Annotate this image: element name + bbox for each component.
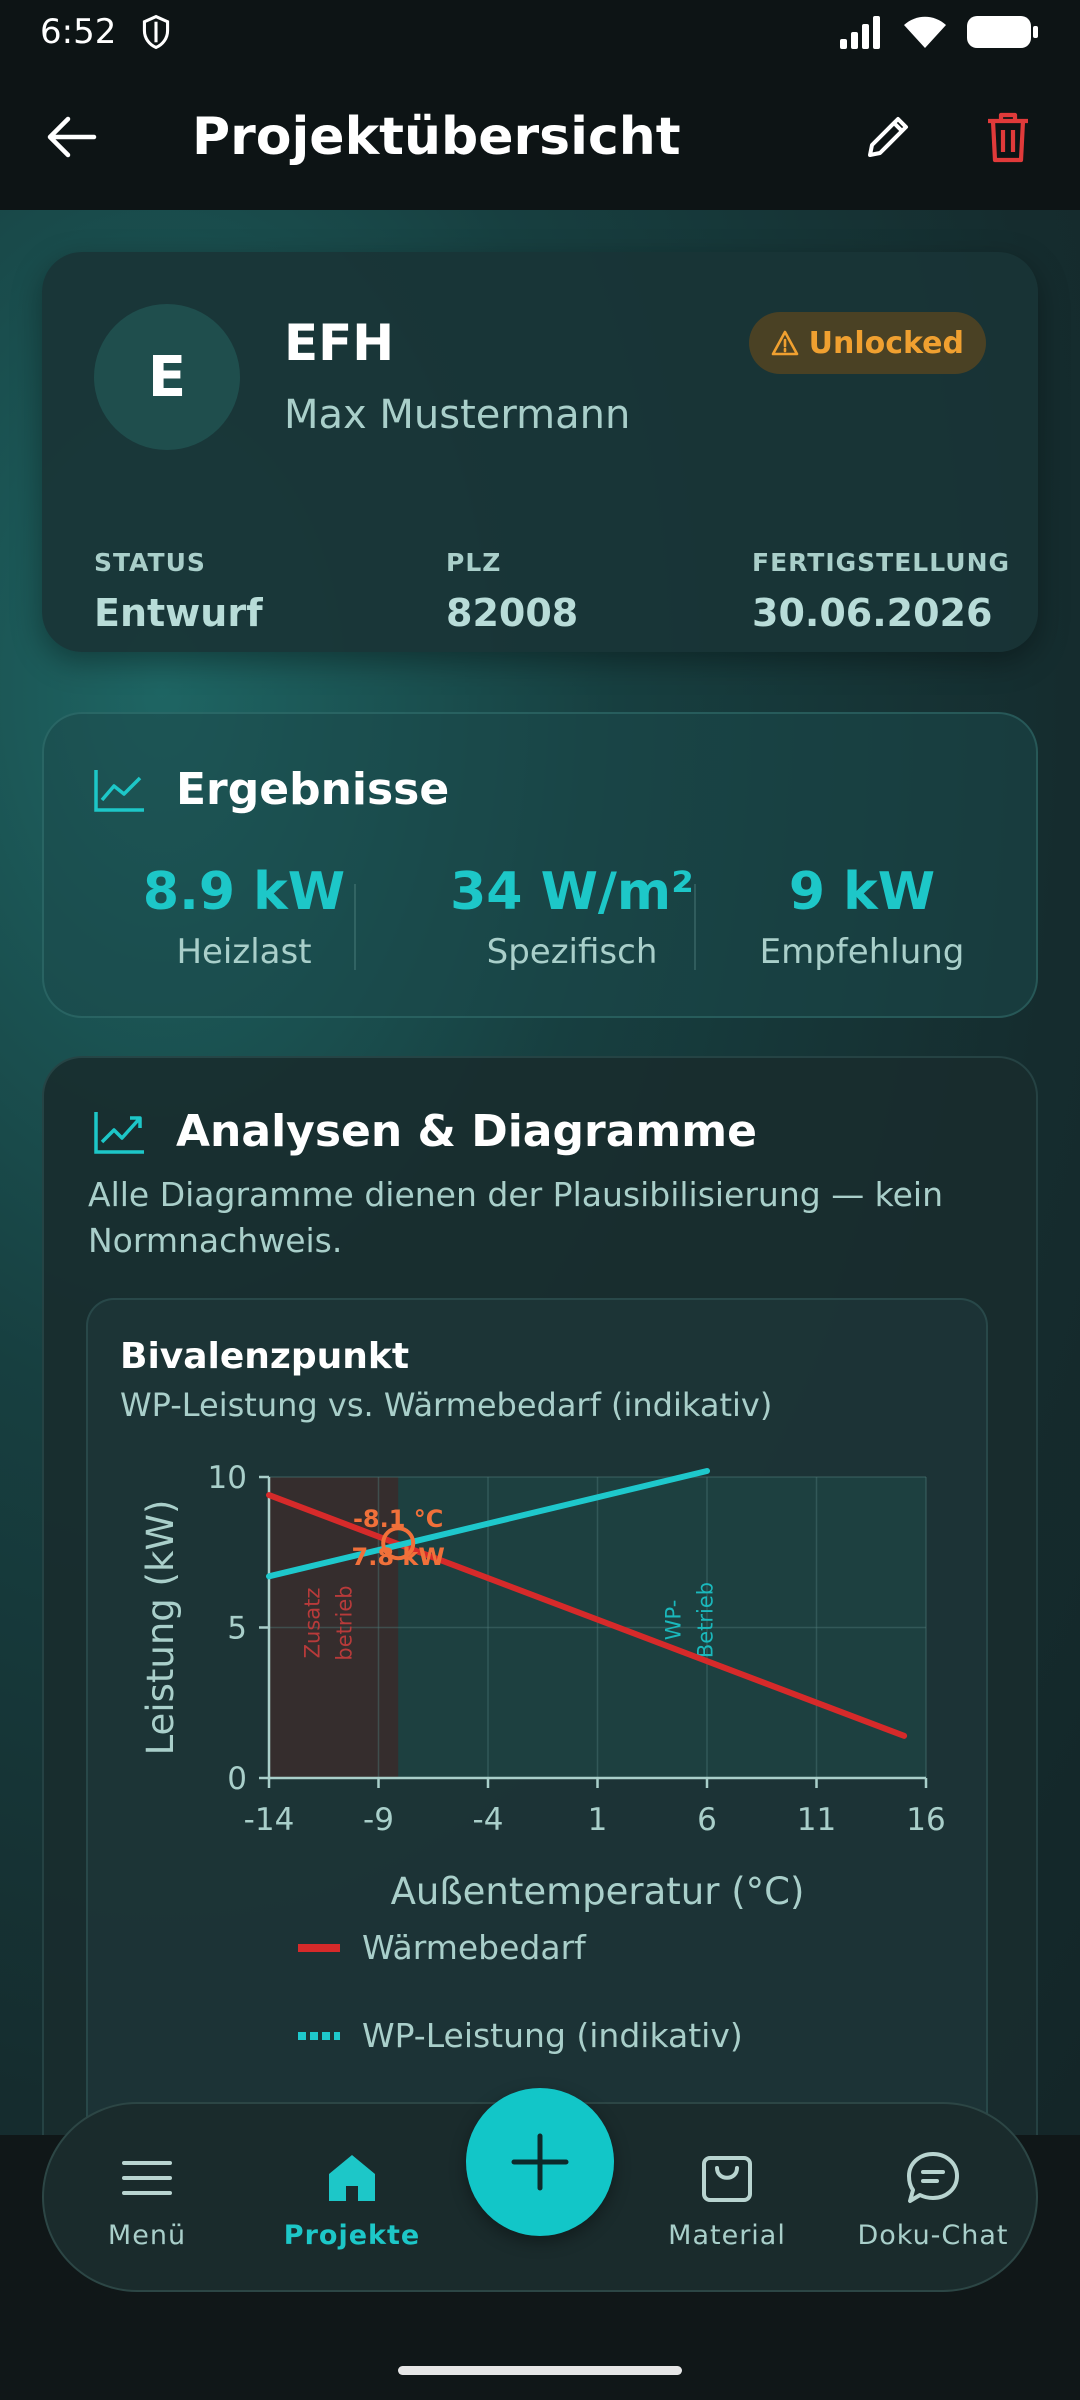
delete-button[interactable] bbox=[976, 105, 1040, 169]
result-value: 8.9 kW bbox=[142, 862, 346, 922]
y-tick-label: 5 bbox=[227, 1611, 247, 1647]
nav-label: Projekte bbox=[283, 2220, 421, 2251]
nav-label: Material bbox=[668, 2220, 786, 2251]
legend-item-wp-leistung: WP-Leistung (indikativ) bbox=[298, 2016, 743, 2055]
status-badge-label: Unlocked bbox=[808, 325, 964, 361]
page-title: Projektübersicht bbox=[192, 107, 681, 167]
menu-icon bbox=[122, 2161, 172, 2195]
nav-item-projekte[interactable]: Projekte bbox=[252, 2148, 452, 2251]
region-label-betrieb: betrieb bbox=[332, 1585, 356, 1660]
legend-label: Wärmebedarf bbox=[362, 1928, 586, 1967]
bivalence-chart-card: Bivalenzpunkt WP-Leistung vs. Wärmebedar… bbox=[86, 1298, 988, 2135]
nav-item-doku-chat[interactable]: Doku-Chat bbox=[833, 2148, 1033, 2251]
result-value: 9 kW bbox=[788, 862, 936, 922]
analysis-header: Analysen & Diagramme bbox=[92, 1106, 757, 1157]
x-tick-label: 6 bbox=[697, 1802, 717, 1838]
x-tick-label: -4 bbox=[473, 1802, 504, 1838]
result-label: Spezifisch bbox=[486, 932, 658, 972]
project-owner: Max Mustermann bbox=[284, 392, 631, 438]
y-tick-label: 0 bbox=[227, 1761, 247, 1797]
results-title: Ergebnisse bbox=[176, 764, 450, 815]
meta-status: STATUS Entwurf bbox=[94, 548, 263, 635]
nav-label: Doku-Chat bbox=[857, 2220, 1009, 2251]
legend-swatch bbox=[298, 1943, 340, 1952]
divider bbox=[354, 884, 356, 970]
meta-plz: PLZ 82008 bbox=[446, 548, 578, 635]
content-area[interactable]: E EFH Max Mustermann Unlocked STATUS Ent… bbox=[0, 210, 1080, 2135]
trash-icon bbox=[988, 112, 1028, 163]
results-header: Ergebnisse bbox=[92, 764, 449, 815]
legend-item-waermebedarf: Wärmebedarf bbox=[298, 1928, 586, 1967]
nav-item-menu[interactable]: Menü bbox=[47, 2148, 247, 2251]
x-tick-label: 1 bbox=[588, 1802, 608, 1838]
shopping-bag-icon bbox=[702, 2156, 752, 2202]
results-card: Ergebnisse 8.9 kW Heizlast 34 W/m² Spezi… bbox=[42, 712, 1038, 1018]
warning-icon bbox=[771, 330, 798, 356]
status-badge: Unlocked bbox=[748, 312, 986, 374]
meta-value: 30.06.2026 bbox=[752, 591, 993, 635]
meta-completion: FERTIGSTELLUNG 30.06.2026 bbox=[752, 548, 1010, 635]
result-label: Empfehlung bbox=[759, 932, 965, 972]
x-tick-label: 16 bbox=[906, 1802, 945, 1838]
status-time: 6:52 bbox=[40, 12, 117, 52]
meta-label: PLZ bbox=[446, 548, 502, 577]
signal-icon bbox=[840, 16, 880, 49]
result-label: Heizlast bbox=[176, 932, 312, 972]
edit-button[interactable] bbox=[856, 105, 920, 169]
analysis-description: Alle Diagramme dienen der Plausibilisier… bbox=[88, 1175, 944, 1260]
x-tick-label: 11 bbox=[797, 1802, 836, 1838]
y-axis-label: Leistung (kW) bbox=[139, 1500, 182, 1756]
shield-icon bbox=[143, 14, 170, 50]
result-value: 34 W/m² bbox=[450, 862, 694, 922]
x-tick-label: -9 bbox=[363, 1802, 394, 1838]
region-label-zusatz: Zusatz bbox=[300, 1588, 324, 1659]
nav-label: Menü bbox=[107, 2220, 187, 2251]
pencil-icon bbox=[868, 117, 908, 157]
x-tick-label: -14 bbox=[244, 1802, 295, 1838]
divider bbox=[694, 884, 696, 970]
back-button[interactable] bbox=[40, 105, 104, 169]
region-label-wp: WP- bbox=[662, 1600, 686, 1641]
home-icon bbox=[329, 2155, 375, 2201]
bivalence-chart: -14 -9 -4 1 6 11 160510Außentemperatur (°C)Lei… bbox=[139, 1460, 946, 1913]
meta-label: FERTIGSTELLUNG bbox=[752, 548, 1011, 577]
bivalence-temp-label: -8.1 °C bbox=[353, 1505, 443, 1533]
battery-icon bbox=[967, 16, 1038, 48]
home-indicator[interactable] bbox=[398, 2366, 682, 2375]
add-project-button[interactable] bbox=[466, 2088, 614, 2236]
legend-swatch bbox=[298, 2031, 340, 2040]
result-heizlast: 8.9 kW Heizlast bbox=[94, 862, 394, 972]
project-card[interactable]: E EFH Max Mustermann Unlocked STATUS Ent… bbox=[42, 252, 1038, 652]
wifi-icon bbox=[904, 16, 946, 48]
y-tick-label: 10 bbox=[208, 1460, 247, 1496]
line-chart-icon bbox=[94, 769, 144, 812]
meta-label: STATUS bbox=[94, 548, 206, 577]
avatar: E bbox=[94, 304, 240, 450]
result-spezifisch: 34 W/m² Spezifisch bbox=[422, 862, 722, 972]
bivalence-power-label: 7.8 kW bbox=[352, 1543, 445, 1571]
x-axis-label: Außentemperatur (°C) bbox=[391, 1870, 805, 1913]
legend-label: WP-Leistung (indikativ) bbox=[362, 2016, 743, 2055]
status-bar: 6:52 bbox=[0, 0, 1080, 64]
project-name: EFH bbox=[284, 314, 395, 372]
app-bar: Projektübersicht bbox=[0, 64, 1080, 210]
analysis-title: Analysen & Diagramme bbox=[176, 1106, 757, 1157]
plus-icon bbox=[511, 2133, 569, 2191]
meta-value: 82008 bbox=[446, 591, 579, 635]
trending-up-icon bbox=[94, 1111, 144, 1154]
meta-value: Entwurf bbox=[94, 591, 263, 635]
chat-icon bbox=[907, 2152, 959, 2203]
result-empfehlung: 9 kW Empfehlung bbox=[712, 862, 1012, 972]
analysis-card: Analysen & Diagramme Alle Diagramme dien… bbox=[42, 1056, 1038, 2135]
arrow-left-icon bbox=[47, 116, 97, 158]
nav-item-material[interactable]: Material bbox=[627, 2148, 827, 2251]
region-label-wp-betrieb: Betrieb bbox=[694, 1582, 718, 1658]
